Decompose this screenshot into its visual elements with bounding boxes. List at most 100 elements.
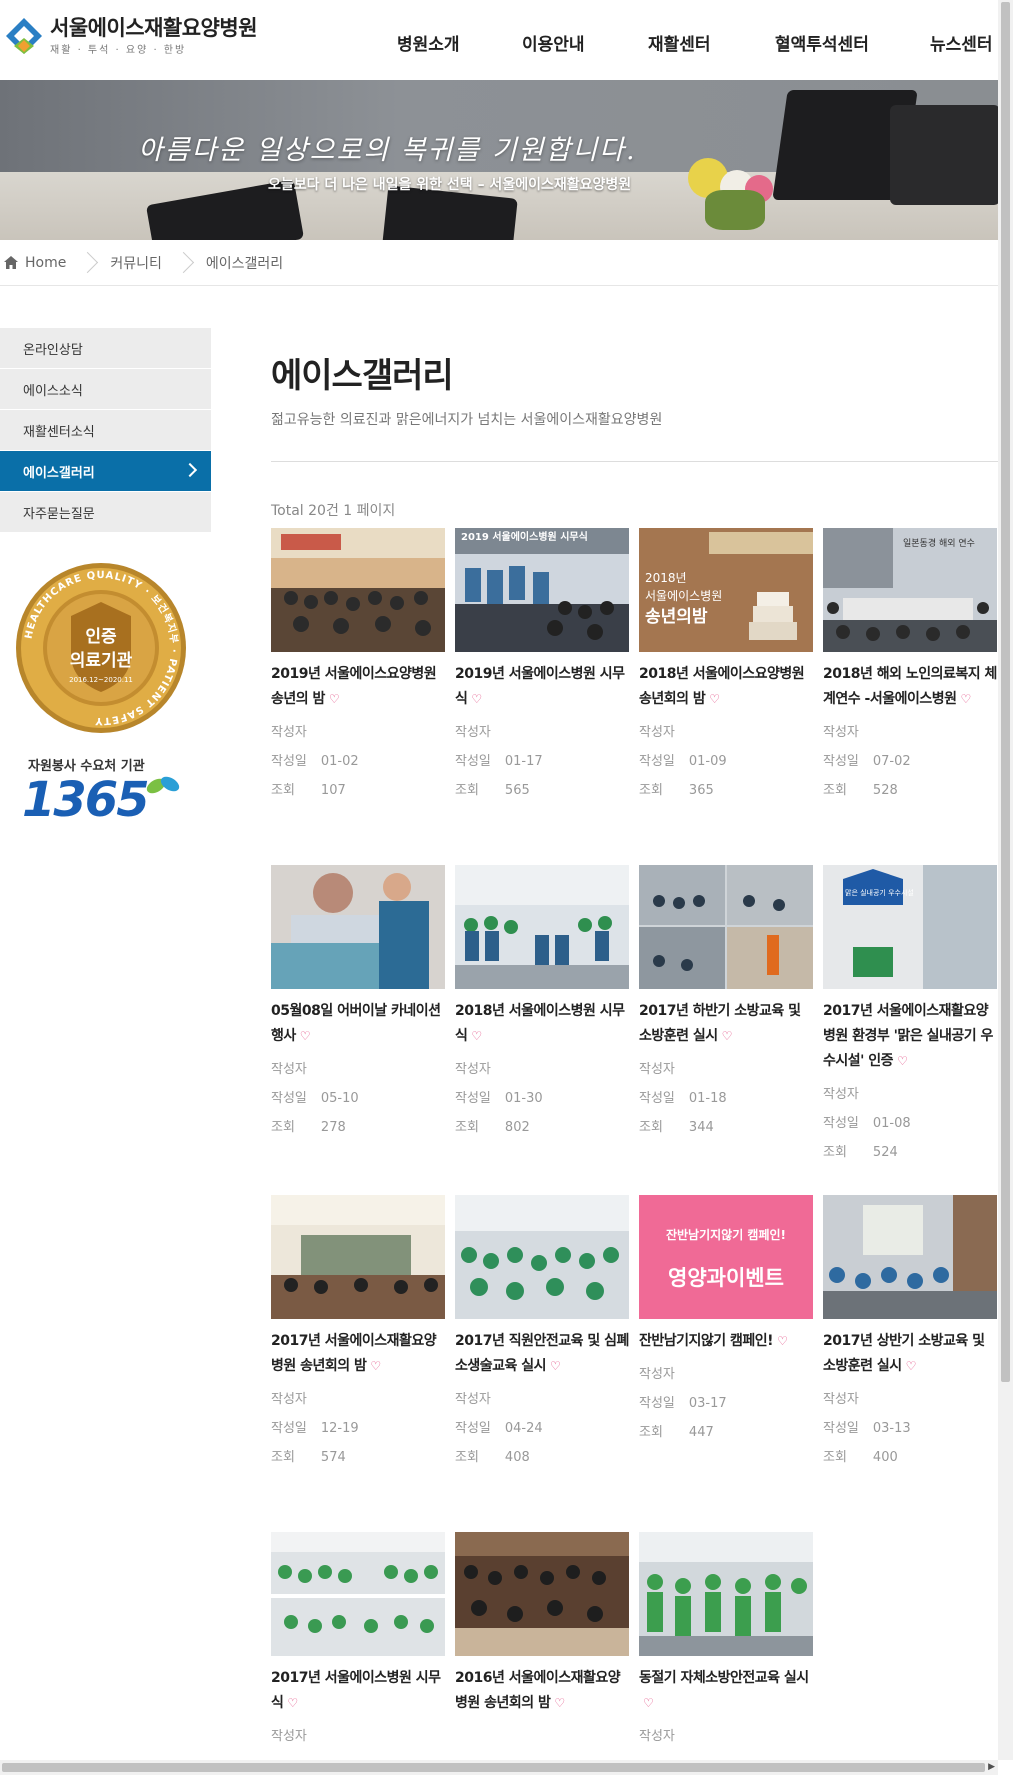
gallery-date: 작성일 03-17 (639, 1396, 727, 1411)
gallery-thumbnail[interactable] (639, 1532, 813, 1656)
horizontal-scrollbar[interactable]: ◀ ▶ (0, 1760, 998, 1775)
gallery-title[interactable]: 2017년 서울에이스재활요양병원 송년회의 밤 ♡ (271, 1329, 445, 1379)
gallery-card[interactable]: 2019년 서울에이스요양병원 송년의 밤 ♡ 작성자 작성일 01-02 조회 10… (271, 528, 445, 805)
site-header: 서울에이스재활요양병원 재활 · 투석 · 요양 · 한방 병원소개 이용안내 … (0, 0, 998, 80)
gallery-card[interactable]: 2017년 직원안전교육 및 심폐소생술교육 실시 ♡ 작성자 작성일 04-24 … (455, 1195, 629, 1472)
thumbnail-text: 일본동경 해외 연수 (903, 537, 975, 549)
nav-item[interactable]: 뉴스센터 (930, 30, 993, 55)
volunteer-1365-logo[interactable]: 자원봉사 수요처 기관 1365 (22, 755, 192, 830)
gallery-card[interactable]: 2017년 서울에이스병원 시무식 ♡ 작성자 (271, 1532, 445, 1751)
gallery-card[interactable]: 일본동경 해외 연수 2018년 해외 노인의료복지 체계연수 -서울에이스병원… (823, 528, 997, 805)
gallery-title[interactable]: 2017년 직원안전교육 및 심폐소생술교육 실시 ♡ (455, 1329, 629, 1379)
gallery-date: 작성일 01-02 (271, 754, 359, 769)
heart-icon: ♡ (471, 1029, 482, 1043)
certification-badge-icon: 인증 의료기관 2016.12~2020.11 HEALTHCARE QUALI… (16, 563, 186, 733)
gallery-views: 조회 524 (823, 1145, 898, 1160)
gallery-title[interactable]: 2016년 서울에이스재활요양병원 송년회의 밤 ♡ (455, 1666, 629, 1716)
gallery-title[interactable]: 05월08일 어버이날 카네이션 행사 ♡ (271, 999, 445, 1049)
nav-item[interactable]: 이용안내 (522, 30, 585, 55)
heart-icon: ♡ (905, 1359, 917, 1373)
breadcrumb-home[interactable]: Home (4, 255, 66, 271)
nav-item[interactable]: 재활센터 (648, 30, 711, 55)
breadcrumb-community[interactable]: 커뮤니티 (110, 253, 162, 273)
gallery-card[interactable]: 2016년 서울에이스재활요양병원 송년회의 밤 ♡ (455, 1532, 629, 1716)
thumbnail-text: 2019 서울에이스병원 시무식 (461, 530, 588, 543)
gallery-author: 작성자 (639, 1367, 675, 1382)
thumbnail-text: 2018년 (645, 571, 687, 585)
main-content: 에이스갤러리 젊고유능한 의료진과 맑은에너지가 넘치는 서울에이스재활요양병원… (271, 328, 998, 520)
gallery-thumbnail[interactable] (271, 1195, 445, 1319)
gallery-author: 작성자 (271, 1392, 307, 1407)
gallery-title[interactable]: 2017년 하반기 소방교육 및 소방훈련 실시 ♡ (639, 999, 813, 1049)
sidebar-item-faq[interactable]: 자주묻는질문 (0, 492, 211, 533)
leaf-icon (146, 776, 179, 794)
scrollbar-thumb[interactable] (1001, 2, 1010, 1382)
gallery-card[interactable]: 잔반남기지않기 캠페인! 영양과이벤트 잔반남기지않기 캠페인! ♡ 작성자 작성… (639, 1195, 813, 1447)
heart-icon: ♡ (328, 692, 340, 706)
gallery-author: 작성자 (823, 725, 859, 740)
gallery-views: 조회 400 (823, 1450, 898, 1465)
gallery-title[interactable]: 2018년 서울에이스요양병원 송년회의 밤 ♡ (639, 662, 813, 712)
thumbnail-text: 영양과이벤트 (668, 1266, 784, 1290)
gallery-views: 조회 574 (271, 1450, 346, 1465)
gallery-views: 조회 447 (639, 1425, 714, 1440)
gallery-thumbnail[interactable]: 2019 서울에이스병원 시무식 (455, 528, 629, 652)
scroll-right-icon[interactable]: ▶ (988, 1762, 995, 1772)
sidebar-item-label: 에이스갤러리 (23, 465, 95, 481)
gallery-thumbnail[interactable] (271, 1532, 445, 1656)
gallery-thumbnail[interactable] (823, 1195, 997, 1319)
gallery-thumbnail[interactable] (639, 865, 813, 989)
gallery-card[interactable]: 2019 서울에이스병원 시무식 2019년 서울에이스병원 시무식 ♡ 작성자 … (455, 528, 629, 805)
gallery-card[interactable]: 맑은 실내공기 우수시설 2017년 서울에이스재활요양병원 환경부 '맑은 실… (823, 865, 997, 1167)
gallery-author: 작성자 (639, 1729, 675, 1744)
gallery-thumbnail[interactable]: 잔반남기지않기 캠페인! 영양과이벤트 (639, 1195, 813, 1319)
sidebar-item-ace-gallery[interactable]: 에이스갤러리 (0, 451, 211, 492)
gallery-card[interactable]: 2018년 서울에이스병원 시무식 ♡ 작성자 작성일 01-30 조회 802 (455, 865, 629, 1142)
gallery-card[interactable]: 2017년 하반기 소방교육 및 소방훈련 실시 ♡ 작성자 작성일 01-18 조… (639, 865, 813, 1142)
gallery-thumbnail[interactable]: 맑은 실내공기 우수시설 (823, 865, 997, 989)
gallery-author: 작성자 (271, 1729, 307, 1744)
gallery-card[interactable]: 2017년 상반기 소방교육 및 소방훈련 실시 ♡ 작성자 작성일 03-13 조… (823, 1195, 997, 1472)
badge-date: 2016.12~2020.11 (69, 676, 133, 684)
gallery-card[interactable]: 05월08일 어버이날 카네이션 행사 ♡ 작성자 작성일 05-10 조회 278 (271, 865, 445, 1142)
gallery-title[interactable]: 동절기 자체소방안전교육 실시♡ (639, 1666, 813, 1716)
gallery-thumbnail[interactable]: 일본동경 해외 연수 (823, 528, 997, 652)
gallery-thumbnail[interactable] (455, 1195, 629, 1319)
gallery-thumbnail[interactable] (455, 1532, 629, 1656)
gallery-author: 작성자 (823, 1392, 859, 1407)
sidebar-item-online-consult[interactable]: 온라인상담 (0, 328, 211, 369)
gallery-title[interactable]: 2018년 해외 노인의료복지 체계연수 -서울에이스병원 ♡ (823, 662, 997, 712)
heart-icon: ♡ (709, 692, 720, 706)
gallery-date: 작성일 04-24 (455, 1421, 543, 1436)
nav-item[interactable]: 병원소개 (397, 30, 460, 55)
gallery-author: 작성자 (455, 725, 491, 740)
gallery-title[interactable]: 2017년 상반기 소방교육 및 소방훈련 실시 ♡ (823, 1329, 997, 1379)
gallery-thumbnail[interactable]: 2018년 서울에이스병원 송년의밤 (639, 528, 813, 652)
scrollbar-thumb[interactable] (2, 1763, 985, 1772)
gallery-author: 작성자 (639, 725, 675, 740)
gallery-title[interactable]: 2019년 서울에이스요양병원 송년의 밤 ♡ (271, 662, 445, 712)
heart-icon: ♡ (299, 1029, 311, 1043)
sidebar-item-ace-news[interactable]: 에이스소식 (0, 369, 211, 410)
gallery-author: 작성자 (455, 1392, 491, 1407)
gallery-card[interactable]: 2017년 서울에이스재활요양병원 송년회의 밤 ♡ 작성자 작성일 12-19 조… (271, 1195, 445, 1472)
gallery-thumbnail[interactable] (271, 528, 445, 652)
gallery-title[interactable]: 2018년 서울에이스병원 시무식 ♡ (455, 999, 629, 1049)
gallery-card[interactable]: 동절기 자체소방안전교육 실시♡ 작성자 (639, 1532, 813, 1751)
gallery-title[interactable]: 2019년 서울에이스병원 시무식 ♡ (455, 662, 629, 712)
gallery-views: 조회 802 (455, 1120, 530, 1135)
gallery-title[interactable]: 잔반남기지않기 캠페인! ♡ (639, 1329, 813, 1354)
sidebar-item-rehab-news[interactable]: 재활센터소식 (0, 410, 211, 451)
gallery-views: 조회 278 (271, 1120, 346, 1135)
heart-icon: ♡ (897, 1054, 908, 1068)
gallery-date: 작성일 07-02 (823, 754, 911, 769)
nav-item[interactable]: 혈액투석센터 (775, 30, 869, 55)
vertical-scrollbar[interactable] (998, 0, 1013, 1760)
gallery-title[interactable]: 2017년 서울에이스재활요양병원 환경부 '맑은 실내공기 우수시설' 인증 ♡ (823, 999, 997, 1074)
gallery-card[interactable]: 2018년 서울에이스병원 송년의밤 2018년 서울에이스요양병원 송년회의 … (639, 528, 813, 805)
gallery-date: 작성일 12-19 (271, 1421, 359, 1436)
thumbnail-text: 맑은 실내공기 우수시설 (845, 888, 914, 897)
gallery-thumbnail[interactable] (455, 865, 629, 989)
gallery-thumbnail[interactable] (271, 865, 445, 989)
gallery-title[interactable]: 2017년 서울에이스병원 시무식 ♡ (271, 1666, 445, 1716)
